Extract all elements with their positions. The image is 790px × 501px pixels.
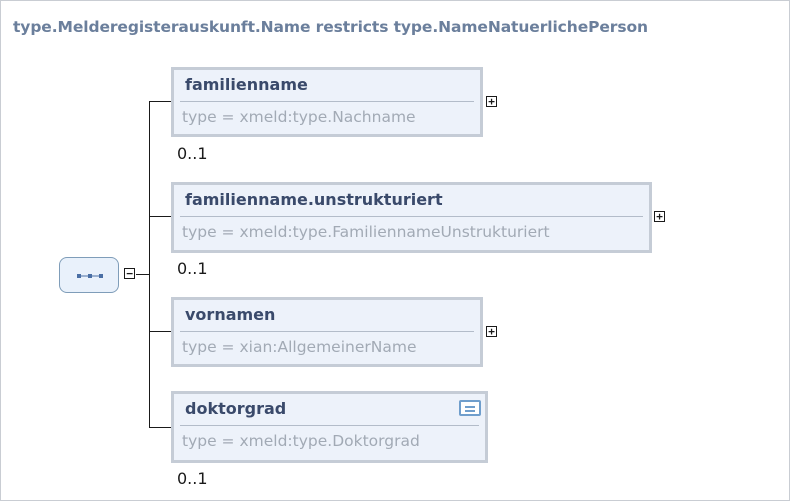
element-type: type = xmeld:type.Nachname [182, 108, 416, 126]
collapse-sequence-toggle[interactable]: − [124, 268, 135, 279]
element-name: familienname [185, 75, 308, 94]
connector-familienname [149, 101, 171, 102]
occurrence-label: 0..1 [177, 469, 208, 488]
element-type: type = xmeld:type.Doktorgrad [182, 432, 420, 450]
connector-vornamen [149, 331, 171, 332]
element-name: familienname.unstrukturiert [185, 190, 443, 209]
element-type: type = xmeld:type.FamiliennameUnstruktur… [182, 223, 550, 241]
diagram-title: type.Melderegisterauskunft.Name restrict… [13, 18, 648, 36]
connector-seq-to-bracket [136, 274, 150, 275]
occurrence-label: 0..1 [177, 259, 208, 278]
connector-doktorgrad [149, 427, 171, 428]
expand-familienname-unstrukturiert-toggle[interactable]: + [654, 211, 665, 222]
occurrence-label: 0..1 [177, 144, 208, 163]
element-divider [180, 101, 474, 102]
connector-familienname-unstrukturiert [149, 216, 171, 217]
element-divider [180, 331, 474, 332]
element-doktorgrad[interactable]: doktorgrad type = xmeld:type.Doktorgrad [171, 391, 488, 463]
documentation-icon[interactable] [459, 400, 481, 416]
sequence-compositor-icon [77, 274, 103, 278]
expand-vornamen-toggle[interactable]: + [486, 326, 497, 337]
connector-vertical-bracket [149, 101, 150, 427]
element-type: type = xian:AllgemeinerName [182, 338, 417, 356]
element-name: vornamen [185, 305, 276, 324]
expand-familienname-toggle[interactable]: + [486, 96, 497, 107]
element-divider [180, 425, 479, 426]
element-familienname[interactable]: familienname type = xmeld:type.Nachname [171, 67, 483, 137]
element-familienname-unstrukturiert[interactable]: familienname.unstrukturiert type = xmeld… [171, 182, 652, 253]
diagram-canvas: type.Melderegisterauskunft.Name restrict… [0, 0, 790, 501]
sequence-compositor[interactable] [59, 257, 119, 293]
element-divider [180, 216, 643, 217]
element-vornamen[interactable]: vornamen type = xian:AllgemeinerName [171, 297, 483, 367]
element-name: doktorgrad [185, 399, 287, 418]
